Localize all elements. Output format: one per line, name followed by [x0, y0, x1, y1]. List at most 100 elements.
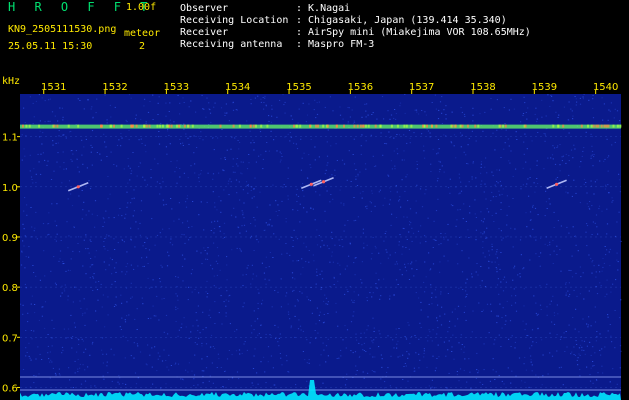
noise-speck	[242, 285, 244, 287]
noise-speck	[529, 235, 531, 237]
noise-speck	[593, 154, 595, 156]
noise-speck	[85, 138, 87, 140]
noise-speck	[209, 309, 211, 311]
noise-speck	[340, 202, 342, 204]
noise-speck	[365, 206, 367, 208]
noise-speck	[578, 331, 580, 333]
noise-speck	[435, 108, 437, 110]
noise-speck	[276, 150, 278, 152]
noise-speck	[515, 310, 518, 312]
noise-speck	[292, 246, 294, 247]
carrier-spark	[459, 124, 462, 128]
noise-speck	[193, 152, 195, 154]
noise-speck	[371, 296, 373, 298]
noise-speck	[262, 97, 264, 98]
noise-speck	[289, 132, 291, 133]
noise-speck	[232, 171, 234, 173]
noise-speck	[560, 225, 562, 227]
noise-speck	[353, 302, 355, 304]
noise-speck	[471, 276, 473, 278]
noise-speck	[514, 265, 516, 267]
noise-speck	[605, 184, 607, 186]
noise-speck	[89, 188, 92, 190]
noise-speck	[266, 142, 268, 143]
noise-speck	[594, 222, 596, 224]
noise-speck	[586, 225, 589, 227]
noise-speck	[356, 185, 359, 186]
noise-speck	[379, 333, 381, 335]
noise-speck	[499, 180, 501, 182]
noise-speck	[230, 181, 232, 183]
noise-speck	[234, 137, 236, 139]
noise-speck	[51, 111, 54, 113]
noise-speck	[590, 257, 592, 259]
noise-speck	[116, 165, 118, 167]
noise-speck	[324, 220, 326, 222]
noise-speck	[214, 202, 216, 204]
noise-speck	[162, 181, 164, 183]
carrier-spark	[367, 124, 370, 128]
noise-speck	[467, 144, 469, 146]
noise-speck	[111, 259, 113, 261]
noise-speck	[250, 283, 252, 285]
noise-speck	[200, 173, 202, 175]
noise-speck	[26, 204, 28, 206]
noise-speck	[102, 226, 104, 227]
noise-speck	[393, 347, 395, 349]
noise-speck	[317, 332, 319, 334]
carrier-spark	[101, 124, 103, 128]
noise-speck	[361, 261, 363, 263]
carrier-spark	[356, 124, 359, 128]
noise-speck	[544, 243, 546, 245]
noise-speck	[35, 173, 37, 175]
noise-speck	[83, 201, 85, 203]
noise-speck	[568, 101, 570, 103]
noise-speck	[83, 108, 85, 110]
noise-speck	[194, 342, 196, 344]
noise-speck	[354, 96, 356, 98]
noise-speck	[194, 163, 196, 165]
noise-speck	[484, 111, 486, 113]
noise-speck	[213, 242, 215, 244]
noise-speck	[103, 218, 105, 220]
noise-speck	[277, 215, 279, 217]
noise-speck	[512, 246, 514, 248]
noise-speck	[33, 375, 35, 376]
noise-speck	[190, 100, 192, 102]
noise-speck	[234, 330, 236, 332]
noise-speck	[523, 153, 525, 155]
noise-speck	[347, 121, 349, 123]
noise-speck	[491, 243, 493, 245]
noise-speck	[488, 250, 490, 252]
noise-speck	[339, 245, 341, 246]
noise-speck	[313, 109, 315, 111]
noise-speck	[537, 214, 539, 216]
carrier-spark	[603, 124, 606, 128]
noise-speck	[490, 200, 492, 202]
noise-speck	[329, 176, 331, 178]
noise-speck	[530, 355, 532, 357]
noise-speck	[544, 215, 546, 217]
noise-speck	[300, 169, 302, 171]
noise-speck	[475, 177, 477, 179]
noise-speck	[272, 367, 274, 369]
noise-speck	[482, 309, 484, 311]
noise-speck	[500, 202, 502, 204]
noise-speck	[306, 296, 308, 298]
carrier-spark	[67, 124, 70, 128]
noise-speck	[253, 196, 255, 198]
noise-speck	[177, 94, 179, 96]
noise-speck	[255, 275, 258, 277]
noise-speck	[386, 371, 388, 373]
noise-speck	[457, 305, 460, 307]
noise-speck	[380, 262, 382, 264]
noise-speck	[500, 157, 502, 158]
noise-speck	[529, 211, 532, 213]
noise-speck	[122, 335, 124, 337]
noise-speck	[353, 262, 355, 264]
noise-speck	[222, 237, 224, 239]
noise-speck	[457, 318, 459, 320]
noise-speck	[254, 177, 256, 179]
noise-speck	[271, 225, 273, 227]
noise-speck	[157, 163, 159, 165]
